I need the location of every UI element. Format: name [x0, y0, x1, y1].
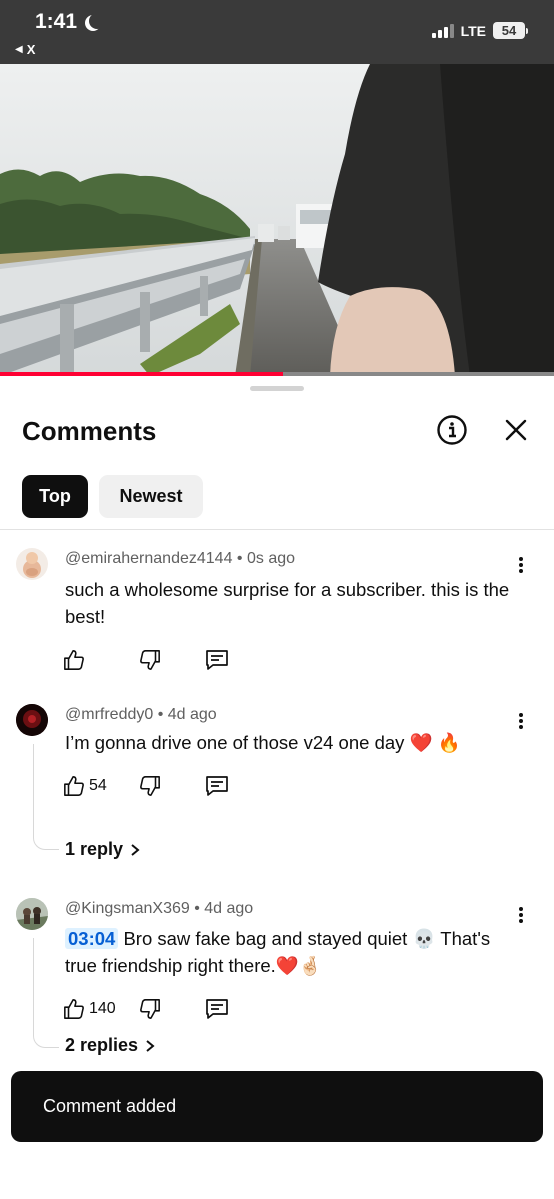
comment-text: 03:04 Bro saw fake bag and stayed quiet … — [65, 925, 515, 979]
screen: 1:41 ◀ X LTE 54 Comments Top Newest @emi… — [0, 0, 554, 1199]
moon-icon — [89, 13, 105, 29]
thumbs-up-icon — [64, 776, 84, 796]
divider — [0, 529, 554, 530]
comment-meta: @emirahernandez4144 • 0s ago — [65, 550, 296, 567]
avatar-image — [16, 704, 48, 736]
reply-button[interactable] — [205, 773, 229, 799]
toast-message: Comment added — [43, 1096, 177, 1116]
chevron-right-icon — [146, 1039, 155, 1052]
view-replies-button[interactable]: 2 replies — [65, 1035, 156, 1056]
signal-icon — [431, 23, 454, 38]
thumbs-down-icon — [140, 650, 160, 670]
avatar-image — [16, 898, 48, 930]
avatar[interactable] — [16, 548, 48, 580]
more-options-button[interactable] — [512, 554, 530, 576]
status-indicators: LTE 54 — [431, 22, 528, 39]
avatar-image — [23, 552, 41, 578]
dislike-button[interactable] — [139, 996, 161, 1022]
more-options-button[interactable] — [512, 904, 530, 926]
comment-text: I’m gonna drive one of those v24 one day… — [65, 732, 461, 753]
comment-time: 0s ago — [246, 550, 296, 567]
avatar[interactable] — [16, 898, 48, 930]
network-label: LTE — [460, 22, 486, 39]
video-player[interactable] — [0, 64, 554, 376]
replies-label: 1 reply — [65, 839, 124, 859]
close-button[interactable] — [500, 414, 532, 446]
battery-level: 54 — [493, 22, 525, 39]
comment-actions: 54 — [63, 773, 263, 799]
comment-body: Bro saw fake bag and stayed quiet 💀 That… — [65, 928, 491, 976]
toast-snackbar: Comment added — [11, 1071, 543, 1142]
filter-newest-chip[interactable]: Newest — [99, 475, 203, 518]
status-time: 1:41 — [35, 10, 99, 34]
back-app-label: X — [26, 42, 36, 57]
close-icon — [505, 419, 527, 441]
reply-thread-line — [33, 938, 59, 1048]
clock-text: 1:41 — [35, 10, 78, 33]
dislike-button[interactable] — [139, 773, 161, 799]
like-button[interactable] — [63, 647, 85, 673]
comment-meta: @mrfreddy0 • 4d ago — [65, 706, 217, 723]
view-replies-button[interactable]: 1 reply — [65, 839, 141, 860]
back-to-app-button[interactable]: ◀ X — [15, 42, 35, 57]
comment-time: 4d ago — [204, 900, 254, 917]
like-count: 140 — [89, 1000, 116, 1017]
comments-title: Comments — [22, 416, 157, 446]
avatar[interactable] — [16, 704, 48, 736]
like-button[interactable]: 54 — [63, 773, 107, 799]
reply-icon — [206, 650, 228, 670]
thumbs-up-icon — [64, 999, 84, 1019]
comment-meta: @KingsmanX369 • 4d ago — [65, 900, 254, 917]
filter-top-chip[interactable]: Top — [22, 475, 88, 518]
reply-button[interactable] — [205, 647, 229, 673]
replies-label: 2 replies — [65, 1035, 139, 1055]
video-frame — [0, 64, 554, 376]
battery-icon: 54 — [493, 22, 528, 39]
comment-actions — [63, 647, 263, 673]
chevron-right-icon — [131, 843, 140, 856]
comment-time: 4d ago — [167, 706, 217, 723]
comment-author[interactable]: @emirahernandez4144 — [65, 550, 232, 567]
drag-handle[interactable] — [250, 386, 304, 391]
comment-author[interactable]: @KingsmanX369 — [65, 900, 190, 917]
status-bar: 1:41 ◀ X LTE 54 — [0, 0, 554, 64]
back-triangle-icon: ◀ — [15, 44, 23, 55]
info-icon — [437, 415, 467, 445]
thumbs-down-icon — [140, 999, 160, 1019]
comment-author[interactable]: @mrfreddy0 — [65, 706, 153, 723]
info-button[interactable] — [436, 414, 468, 446]
comment-actions: 140 — [63, 996, 263, 1022]
dislike-button[interactable] — [139, 647, 161, 673]
thumbs-down-icon — [140, 776, 160, 796]
reply-thread-line — [33, 744, 59, 850]
video-timestamp-link[interactable]: 03:04 — [65, 928, 119, 949]
comment-text: such a wholesome surprise for a subscrib… — [65, 579, 510, 627]
like-button[interactable]: 140 — [63, 996, 116, 1022]
thumbs-up-icon — [64, 650, 84, 670]
reply-icon — [206, 999, 228, 1019]
like-count: 54 — [89, 777, 107, 794]
reply-icon — [206, 776, 228, 796]
reply-button[interactable] — [205, 996, 229, 1022]
